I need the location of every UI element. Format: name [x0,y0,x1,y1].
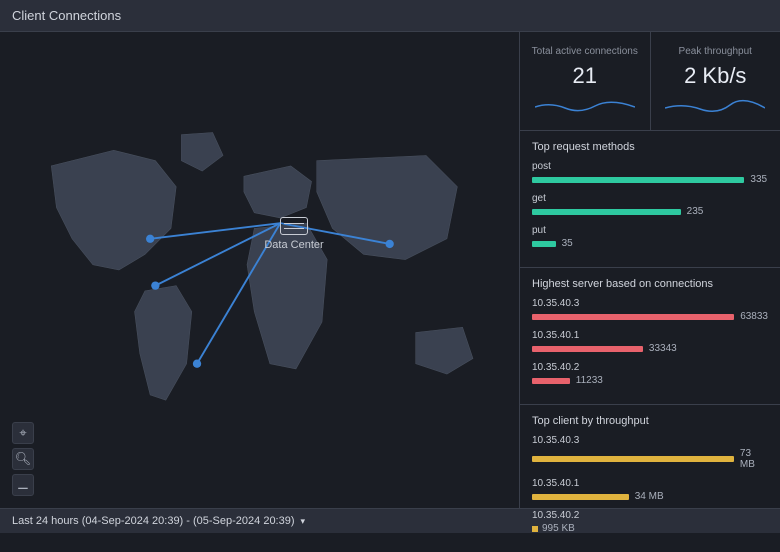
bar-row: 10.35.40.2 11233 [532,362,768,386]
datacenter-marker[interactable]: Data Center [259,217,329,251]
section-methods: Top request methods post 335 get 235 put 35 [520,131,780,268]
stat-value: 2 Kb/s [661,63,771,89]
bar-label: 10.35.40.3 [532,435,768,446]
bar-dot-icon [532,526,538,532]
zoom-in-icon: 🔍︎ [15,451,32,467]
home-icon: ⌖ [19,425,26,441]
bar-fill [532,241,556,247]
section-servers: Highest server based on connections 10.3… [520,268,780,405]
bar-fill [532,346,643,352]
bar-label: 10.35.40.3 [532,298,768,309]
zoom-out-icon: ⚊ [17,477,29,493]
bar-label: post [532,161,768,172]
datacenter-label: Data Center [264,239,323,251]
time-range-label: Last 24 hours (04-Sep-2024 20:39) - (05-… [12,515,295,527]
bar-row: 10.35.40.3 73 MB [532,435,768,470]
bar-fill [532,177,744,183]
bar-container: 73 MB [532,448,768,470]
bar-value: 35 [562,238,573,249]
bar-value: 73 MB [740,448,768,470]
page-header: Client Connections [0,0,780,32]
bar-container: 33343 [532,343,768,354]
bar-container: 11233 [532,375,768,386]
stat-label: Total active connections [530,46,640,57]
page-title: Client Connections [12,8,121,23]
bar-value: 33343 [649,343,677,354]
bar-label: 10.35.40.1 [532,330,768,341]
map-zoom-in-button[interactable]: 🔍︎ [12,448,34,470]
stat-active-connections: Total active connections 21 [520,32,651,130]
bar-label: 10.35.40.2 [532,362,768,373]
stat-peak-throughput: Peak throughput 2 Kb/s [651,32,780,130]
bar-value: 11233 [576,375,603,386]
bar-fill [532,314,734,320]
map-zoom-out-button[interactable]: ⚊ [12,474,34,496]
bar-container: 335 [532,174,768,185]
sparkline-icon [535,99,635,113]
world-map[interactable] [20,82,499,458]
bar-label: 10.35.40.1 [532,478,768,489]
main-content: Data Center ⌖ 🔍︎ ⚊ Total active connecti… [0,32,780,508]
bar-label: get [532,193,768,204]
map-panel: Data Center ⌖ 🔍︎ ⚊ [0,32,520,508]
stats-row: Total active connections 21 Peak through… [520,32,780,131]
datacenter-icon [280,217,308,235]
bar-container: 35 [532,238,768,249]
section-title: Top client by throughput [532,415,768,427]
bar-row: put 35 [532,225,768,249]
stat-value: 21 [530,63,640,89]
section-title: Top request methods [532,141,768,153]
bar-row: get 235 [532,193,768,217]
bar-value: 63833 [740,311,768,322]
bar-label: put [532,225,768,236]
bar-container: 34 MB [532,491,768,502]
bar-row: 10.35.40.1 33343 [532,330,768,354]
chevron-down-icon: ▾ [301,516,306,527]
bar-container: 63833 [532,311,768,322]
side-panel: Total active connections 21 Peak through… [520,32,780,508]
bar-value: 995 KB [532,523,768,534]
bar-fill [532,209,681,215]
bar-value: 34 MB [635,491,664,502]
map-home-button[interactable]: ⌖ [12,422,34,444]
stat-label: Peak throughput [661,46,771,57]
world-map-svg [20,82,499,458]
bar-row: 10.35.40.1 34 MB [532,478,768,502]
bar-row: 10.35.40.3 63833 [532,298,768,322]
sparkline-icon [665,99,765,113]
map-controls: ⌖ 🔍︎ ⚊ [12,422,34,496]
bar-container: 235 [532,206,768,217]
bar-row: 10.35.40.2 995 KB [532,510,768,534]
bar-label: 10.35.40.2 [532,510,768,521]
bar-fill [532,494,629,500]
bar-fill [532,378,570,384]
bar-value: 335 [750,174,767,185]
bar-row: post 335 [532,161,768,185]
bar-fill [532,456,734,462]
bar-value: 235 [687,206,704,217]
section-title: Highest server based on connections [532,278,768,290]
